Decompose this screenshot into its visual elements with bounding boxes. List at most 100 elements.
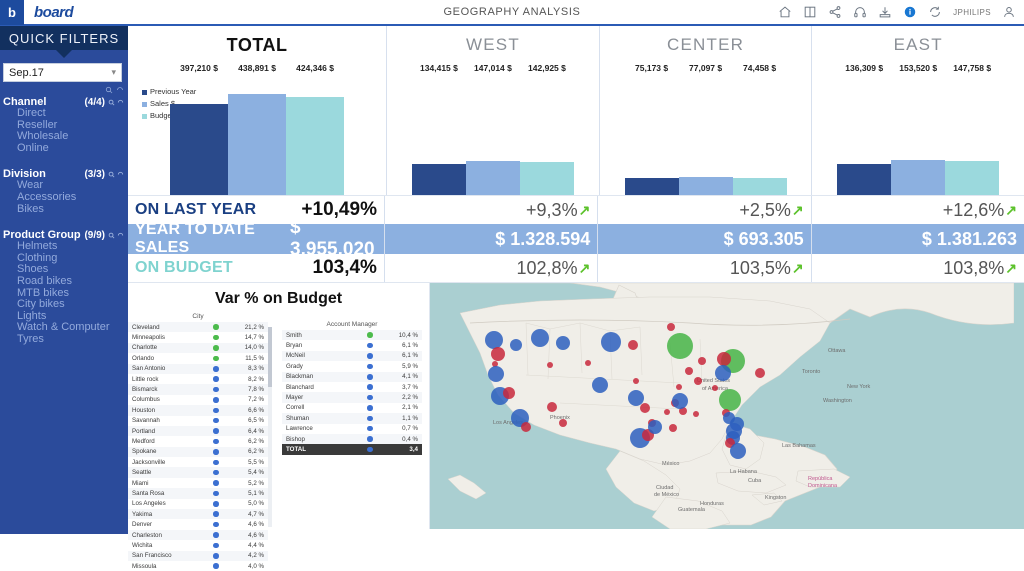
date-filter-select[interactable]: Sep.17 ▾ xyxy=(3,63,122,82)
map-bubble[interactable] xyxy=(547,362,553,368)
map-bubble[interactable] xyxy=(694,377,702,385)
map-bubble[interactable] xyxy=(559,419,567,427)
share-icon[interactable] xyxy=(828,5,842,19)
table-row[interactable]: Correll 2,1 % xyxy=(282,403,422,413)
search-icon[interactable] xyxy=(108,171,115,178)
bar-column[interactable]: 142,925 $ xyxy=(519,63,574,195)
table-row[interactable]: Cleveland 21,2 % xyxy=(128,322,268,333)
map-bubble[interactable] xyxy=(547,402,557,412)
table-row[interactable]: Portland 6,4 % xyxy=(128,425,268,437)
bar[interactable] xyxy=(519,162,574,195)
reset-icon[interactable] xyxy=(117,232,124,239)
home-icon[interactable] xyxy=(778,5,792,19)
table-row[interactable]: Blanchard 3,7 % xyxy=(282,382,422,392)
bar-column[interactable]: 77,097 $ xyxy=(678,63,733,195)
table-row[interactable]: Bishop 0,4 % xyxy=(282,433,422,445)
bar[interactable] xyxy=(286,97,345,195)
map-bubble[interactable] xyxy=(531,329,549,347)
table-row[interactable]: Missoula 4,0 % xyxy=(128,561,268,571)
refresh-icon[interactable] xyxy=(928,5,942,19)
map-bubble[interactable] xyxy=(698,357,706,365)
table-row[interactable]: Bryan 6,1 % xyxy=(282,340,422,350)
map-bubble[interactable] xyxy=(719,389,741,411)
bar-column[interactable]: 136,309 $ xyxy=(837,63,892,195)
bar[interactable] xyxy=(945,161,1000,195)
bar-column[interactable]: 147,014 $ xyxy=(465,63,520,195)
search-icon[interactable] xyxy=(105,86,113,94)
map-bubble[interactable] xyxy=(648,420,662,434)
map-bubble[interactable] xyxy=(730,443,746,459)
bar[interactable] xyxy=(732,178,787,195)
city-scrollbar-thumb[interactable] xyxy=(268,327,272,387)
info-icon[interactable] xyxy=(903,5,917,19)
table-row[interactable]: Seattle 5,4 % xyxy=(128,467,268,478)
table-row[interactable]: Miami 5,2 % xyxy=(128,478,268,488)
reset-icon[interactable] xyxy=(116,86,124,94)
bar-column[interactable]: 147,758 $ xyxy=(945,63,1000,195)
table-row[interactable]: Yakima 4,7 % xyxy=(128,509,268,520)
bar[interactable] xyxy=(678,177,733,195)
map-bubble[interactable] xyxy=(715,365,731,381)
table-row[interactable]: Jacksonville 5,5 % xyxy=(128,457,268,467)
avatar[interactable] xyxy=(1002,5,1016,19)
table-row[interactable]: San Francisco 4,2 % xyxy=(128,550,268,561)
book-icon[interactable] xyxy=(803,5,817,19)
map-bubble[interactable] xyxy=(667,333,693,359)
table-row[interactable]: Blackman 4,1 % xyxy=(282,371,422,382)
map-bubble[interactable] xyxy=(676,384,682,390)
bar[interactable] xyxy=(837,164,892,195)
table-row[interactable]: Minneapolis 14,7 % xyxy=(128,332,268,342)
bar-column[interactable]: 74,458 $ xyxy=(732,63,787,195)
bar[interactable] xyxy=(411,164,466,195)
map-bubble[interactable] xyxy=(521,422,531,432)
table-row[interactable]: Charleston 4,6 % xyxy=(128,529,268,541)
filter-item[interactable]: Bikes xyxy=(3,203,128,216)
map-bubble[interactable] xyxy=(488,366,504,382)
table-row[interactable]: Smith 10,4 % xyxy=(282,330,422,341)
map-bubble[interactable] xyxy=(628,340,638,350)
table-row[interactable]: Orlando 11,5 % xyxy=(128,353,268,363)
map-bubble[interactable] xyxy=(640,403,650,413)
export-icon[interactable] xyxy=(878,5,892,19)
map-bubble[interactable] xyxy=(503,387,515,399)
table-row[interactable]: Houston 6,6 % xyxy=(128,405,268,416)
reset-icon[interactable] xyxy=(117,99,124,106)
bar-column[interactable]: 397,210 $ xyxy=(170,63,229,195)
search-icon[interactable] xyxy=(108,99,115,106)
table-row[interactable]: Charlotte 14,0 % xyxy=(128,342,268,354)
map-bubble[interactable] xyxy=(664,409,670,415)
filter-item[interactable]: Accessories xyxy=(3,191,128,204)
table-row[interactable]: Savannah 6,5 % xyxy=(128,416,268,426)
map-bubble[interactable] xyxy=(693,411,699,417)
map-bubble[interactable] xyxy=(717,352,731,366)
filter-item[interactable]: Road bikes xyxy=(3,275,128,288)
filter-item[interactable]: Direct xyxy=(3,107,128,120)
table-row[interactable]: Columbus 7,2 % xyxy=(128,395,268,405)
table-row[interactable]: Shuman 1,1 % xyxy=(282,413,422,424)
table-row[interactable]: Denver 4,6 % xyxy=(128,519,268,529)
table-row[interactable]: Bismarck 7,8 % xyxy=(128,384,268,395)
map-bubble[interactable] xyxy=(510,339,522,351)
filter-item[interactable]: Tyres xyxy=(3,333,128,346)
bar[interactable] xyxy=(170,104,229,195)
bar[interactable] xyxy=(465,161,520,195)
map-bubble[interactable] xyxy=(592,377,608,393)
map-bubble[interactable] xyxy=(667,323,675,331)
bar[interactable] xyxy=(624,178,679,195)
headset-icon[interactable] xyxy=(853,5,867,19)
filter-item[interactable]: City bikes xyxy=(3,299,128,311)
map-bubble[interactable] xyxy=(585,360,591,366)
bar-column[interactable]: 424,346 $ xyxy=(286,63,345,195)
map-bubble[interactable] xyxy=(491,347,505,361)
table-row[interactable]: Lawrence 0,7 % xyxy=(282,424,422,434)
table-row[interactable]: Medford 6,2 % xyxy=(128,436,268,446)
geography-map[interactable]: Ottawa Toronto United States of America New … xyxy=(430,283,1024,529)
table-row[interactable]: San Antonio 8,3 % xyxy=(128,363,268,374)
map-bubble[interactable] xyxy=(669,424,677,432)
table-row[interactable]: Mayer 2,2 % xyxy=(282,392,422,403)
map-bubble[interactable] xyxy=(633,378,639,384)
map-bubble[interactable] xyxy=(556,336,570,350)
bar[interactable] xyxy=(228,94,287,195)
filter-item[interactable]: Helmets xyxy=(3,241,128,253)
map-bubble[interactable] xyxy=(485,331,503,349)
